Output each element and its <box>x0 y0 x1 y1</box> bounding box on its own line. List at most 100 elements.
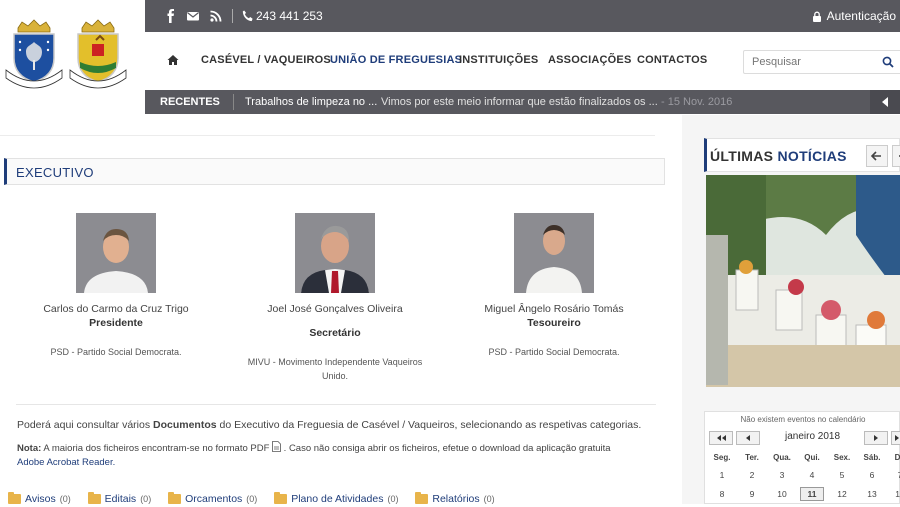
category-avisos[interactable]: Avisos (0) <box>8 492 71 505</box>
member-card: Carlos do Carmo da Cruz Trigo Presidente… <box>16 213 216 359</box>
nav-casevel-vaqueiros[interactable]: CASÉVEL / VAQUEIROS <box>201 54 331 66</box>
category-count: (0) <box>59 494 71 504</box>
recent-excerpt: Vimos por este meio informar que estão f… <box>381 96 658 108</box>
category-relatorios[interactable]: Relatórios (0) <box>415 492 495 505</box>
documents-keyword: Documentos <box>153 419 217 431</box>
category-orcamentos[interactable]: Orcamentos (0) <box>168 492 258 505</box>
topbar-divider <box>232 9 233 23</box>
folder-icon <box>415 492 429 504</box>
weekday-label: Sáb. <box>863 453 881 462</box>
calendar-day[interactable]: 3 <box>768 470 796 480</box>
category-count: (0) <box>246 494 258 504</box>
content-divider <box>16 404 656 405</box>
recent-news-ticker: RECENTES Trabalhos de limpeza no ... Vim… <box>145 90 900 114</box>
category-plano-de-atividades[interactable]: Plano de Atividades (0) <box>274 492 398 505</box>
member-party-line: Unido. <box>321 371 348 381</box>
member-card: Miguel Ângelo Rosário Tomás Tesoureiro P… <box>454 213 654 359</box>
note-text: . Caso não consiga abrir os ficheiros, e… <box>281 443 611 454</box>
member-photo <box>76 213 156 293</box>
facebook-icon[interactable] <box>164 9 178 23</box>
calendar-day[interactable]: 14 <box>886 489 900 499</box>
category-count: (0) <box>483 494 495 504</box>
double-chevron-right-icon <box>895 435 899 441</box>
section-header: EXECUTIVO <box>4 158 665 185</box>
member-name: Joel José Gonçalves Oliveira <box>267 303 403 315</box>
recent-headline[interactable]: Trabalhos de limpeza no ... <box>245 96 377 108</box>
calendar-empty-message: Não existem eventos no calendário <box>740 415 866 424</box>
content-divider <box>0 135 655 136</box>
category-label[interactable]: Avisos <box>25 493 56 505</box>
calendar-prev-month-button[interactable] <box>736 431 760 445</box>
news-next-button[interactable] <box>892 145 900 167</box>
category-label[interactable]: Orcamentos <box>185 493 242 505</box>
member-photo <box>295 213 375 293</box>
title-part: ÚLTIMAS <box>710 148 774 164</box>
news-image[interactable] <box>706 175 900 387</box>
search-box <box>743 50 900 74</box>
weekday-label: Qua. <box>773 453 791 462</box>
pdf-note: Nota: A maioria dos ficheiros encontram-… <box>17 441 657 470</box>
phone-number: 243 441 253 <box>256 9 323 23</box>
calendar-day[interactable]: 6 <box>858 470 886 480</box>
phone-icon <box>242 10 253 22</box>
calendar-day[interactable]: 4 <box>798 470 826 480</box>
category-editais[interactable]: Editais (0) <box>87 492 152 505</box>
calendar-day[interactable]: 7 <box>886 470 900 480</box>
pdf-file-icon <box>272 441 281 452</box>
calendar-day[interactable]: 1 <box>708 470 736 480</box>
calendar-day[interactable]: 5 <box>828 470 856 480</box>
nav-associacoes[interactable]: ASSOCIAÇÕES <box>548 54 632 66</box>
title-part: NOTÍCIAS <box>777 148 847 164</box>
search-input[interactable] <box>752 56 872 68</box>
calendar-prev-year-button[interactable] <box>709 431 733 445</box>
calendar-month: janeiro 2018 <box>785 431 841 442</box>
coat-of-arms-logos[interactable] <box>0 0 145 95</box>
calendar-day[interactable]: 2 <box>738 470 766 480</box>
calendar-day[interactable]: 12 <box>828 489 856 499</box>
weekday-label: Seg. <box>713 453 731 462</box>
intro-text: Poderá aqui consultar vários <box>17 419 153 431</box>
calendar-next-year-button[interactable] <box>891 431 900 445</box>
calendar-day[interactable]: 13 <box>858 489 886 499</box>
top-bar: 243 441 253 Autenticação <box>145 0 900 32</box>
member-party-line: MIVU - Movimento Independente Vaqueiros <box>247 357 423 367</box>
ticker-prev-button[interactable] <box>870 90 900 114</box>
category-label[interactable]: Plano de Atividades <box>291 493 383 505</box>
calendar-day[interactable]: 10 <box>768 489 796 499</box>
category-count: (0) <box>140 494 152 504</box>
calendar-day[interactable]: 9 <box>738 489 766 499</box>
calendar-next-month-button[interactable] <box>864 431 888 445</box>
ticker-divider <box>233 94 234 110</box>
nav-uniao-de-freguesias[interactable]: UNIÃO DE FREGUESIAS <box>330 54 462 66</box>
search-icon[interactable] <box>882 56 894 68</box>
intro-text: do Executivo da Freguesia de Casével / V… <box>216 419 642 431</box>
double-chevron-left-icon <box>717 435 726 441</box>
nav-contactos[interactable]: CONTACTOS <box>637 54 707 66</box>
rss-icon[interactable] <box>209 9 223 23</box>
cemetery-photo <box>706 175 900 387</box>
acrobat-reader-link[interactable]: Adobe Acrobat Reader. <box>17 457 115 468</box>
calendar-day-today[interactable]: 11 <box>800 487 824 501</box>
documents-intro: Poderá aqui consultar vários Documentos … <box>17 419 641 431</box>
person-portrait-icon <box>76 213 156 293</box>
folder-icon <box>168 492 182 504</box>
member-card: Joel José Gonçalves Oliveira Secretário … <box>235 213 435 383</box>
chevron-right-icon <box>874 435 878 441</box>
calendar-day[interactable]: 8 <box>708 489 736 499</box>
folder-icon <box>274 492 288 504</box>
weekday-label: Qui. <box>804 453 820 462</box>
login-link[interactable]: Autenticação <box>812 9 896 23</box>
folder-icon <box>87 492 101 504</box>
login-label: Autenticação <box>826 9 896 23</box>
news-prev-button[interactable] <box>866 145 888 167</box>
home-icon[interactable] <box>167 54 179 66</box>
chevron-left-icon <box>746 435 750 441</box>
weekday-label: Sex. <box>833 453 851 462</box>
events-calendar: Não existem eventos no calendário janeir… <box>704 411 900 504</box>
note-label: Nota: <box>17 443 42 454</box>
nav-instituicoes[interactable]: INSTITUIÇÕES <box>459 54 538 66</box>
category-label[interactable]: Relatórios <box>432 493 479 505</box>
category-label[interactable]: Editais <box>105 493 137 505</box>
email-icon[interactable] <box>186 9 200 23</box>
coat-of-arms-area <box>0 0 145 115</box>
